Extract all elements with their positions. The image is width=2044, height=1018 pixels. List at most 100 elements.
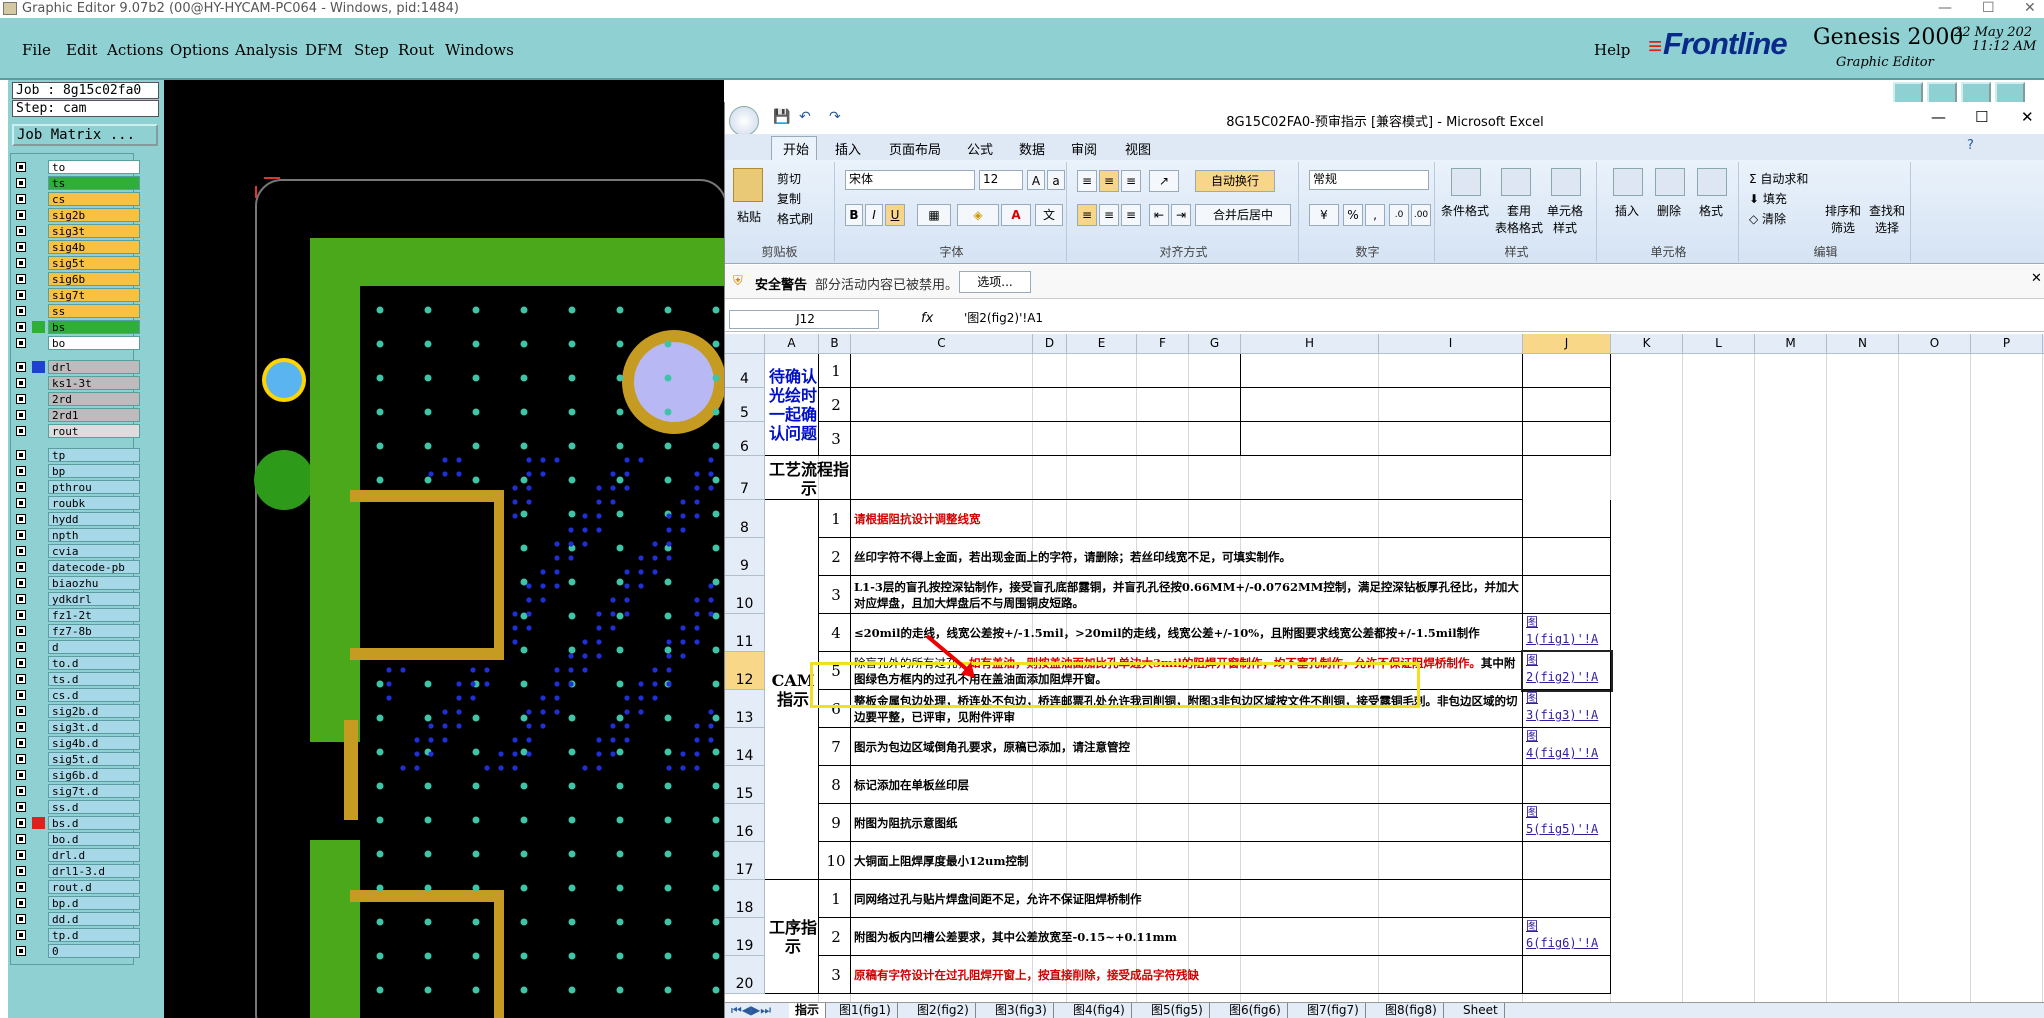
row-header[interactable]: 19: [725, 918, 765, 956]
grow-font-icon[interactable]: A: [1027, 170, 1045, 190]
comma-icon[interactable]: ,: [1365, 204, 1385, 226]
item-text[interactable]: 附图为阻抗示意图纸: [851, 804, 1523, 842]
orientation-icon[interactable]: ↗: [1149, 170, 1179, 192]
layer-name[interactable]: sig3t: [48, 224, 140, 238]
link-cell[interactable]: [1523, 422, 1611, 456]
layer-checkbox[interactable]: [16, 642, 26, 652]
menu-options[interactable]: Options: [170, 41, 229, 59]
layer-color-swatch[interactable]: [32, 465, 45, 477]
layer-color-swatch[interactable]: [32, 945, 45, 957]
layer-checkbox[interactable]: [16, 290, 26, 300]
layer-color-swatch[interactable]: [32, 481, 45, 493]
layer-row[interactable]: tp.d: [11, 928, 140, 942]
item-number[interactable]: 3: [819, 956, 851, 994]
tab-view[interactable]: 视图: [1125, 139, 1151, 158]
table-format-button[interactable]: 套用 表格格式: [1495, 202, 1543, 236]
layer-color-swatch[interactable]: [32, 785, 45, 797]
layer-color-swatch[interactable]: [32, 881, 45, 893]
table-format-icon[interactable]: [1501, 168, 1531, 196]
layer-color-swatch[interactable]: [32, 257, 45, 269]
link-cell[interactable]: 图 2(fig2)'!A: [1521, 650, 1613, 692]
layer-name[interactable]: rout: [48, 424, 140, 438]
sheet-tab[interactable]: 图7(fig7): [1301, 1003, 1366, 1018]
layer-row[interactable]: roubk: [11, 496, 140, 510]
security-options-button[interactable]: 选项...: [959, 271, 1031, 293]
layer-checkbox[interactable]: [16, 930, 26, 940]
layer-color-swatch[interactable]: [32, 817, 45, 829]
layer-checkbox[interactable]: [16, 898, 26, 908]
layer-checkbox[interactable]: [16, 194, 26, 204]
link-cell[interactable]: [1523, 538, 1611, 576]
row-header[interactable]: 16: [725, 804, 765, 842]
layer-checkbox[interactable]: [16, 610, 26, 620]
align-left-icon[interactable]: ≡: [1077, 204, 1097, 226]
link-cell[interactable]: 图 6(fig6)'!A: [1523, 918, 1611, 956]
layer-checkbox[interactable]: [16, 306, 26, 316]
layer-checkbox[interactable]: [16, 546, 26, 556]
cut-button[interactable]: 剪切: [777, 170, 801, 187]
column-header[interactable]: K: [1611, 334, 1683, 354]
link-cell[interactable]: 图 1(fig1)'!A: [1523, 614, 1611, 652]
layer-row[interactable]: biaozhu: [11, 576, 140, 590]
column-header[interactable]: G: [1189, 334, 1241, 354]
align-center-icon[interactable]: ≡: [1099, 204, 1119, 226]
layer-color-swatch[interactable]: [32, 425, 45, 437]
italic-icon[interactable]: I: [865, 204, 883, 226]
layer-checkbox[interactable]: [16, 914, 26, 924]
layer-name[interactable]: hydd: [48, 512, 140, 526]
excel-close-icon[interactable]: ✕: [2021, 108, 2034, 126]
row-header[interactable]: 9: [725, 538, 765, 576]
layer-checkbox[interactable]: [16, 690, 26, 700]
delete-cells-icon[interactable]: [1655, 168, 1685, 196]
layer-color-swatch[interactable]: [32, 705, 45, 717]
layer-checkbox[interactable]: [16, 738, 26, 748]
layer-color-swatch[interactable]: [32, 801, 45, 813]
layer-checkbox[interactable]: [16, 626, 26, 636]
flow-cell[interactable]: [851, 456, 1523, 500]
worksheet-grid[interactable]: ABCDEFGHIJKLMNOPQ 4567891011121314151617…: [725, 334, 2044, 1002]
indent-icon[interactable]: ⇥: [1171, 204, 1191, 226]
column-header[interactable]: E: [1067, 334, 1137, 354]
layer-name[interactable]: bs.d: [48, 816, 140, 830]
name-box[interactable]: J12: [729, 310, 879, 329]
underline-icon[interactable]: U: [885, 204, 905, 226]
layer-row[interactable]: ss.d: [11, 800, 140, 814]
layer-row[interactable]: sig3t.d: [11, 720, 140, 734]
layer-checkbox[interactable]: [16, 882, 26, 892]
row-header[interactable]: 6: [725, 422, 765, 456]
layer-color-swatch[interactable]: [32, 849, 45, 861]
align-right-icon[interactable]: ≡: [1121, 204, 1141, 226]
layer-name[interactable]: roubk: [48, 496, 140, 510]
select-all-corner[interactable]: [725, 334, 765, 354]
layer-checkbox[interactable]: [16, 258, 26, 268]
wrap-text-button[interactable]: 自动换行: [1195, 170, 1275, 192]
layer-color-swatch[interactable]: [32, 513, 45, 525]
item-number[interactable]: 3: [819, 422, 851, 456]
layer-name[interactable]: datecode-pb: [48, 560, 140, 574]
clear-button[interactable]: ◇ 清除: [1749, 210, 1786, 227]
row-header[interactable]: 7: [725, 456, 765, 500]
merge-center-button[interactable]: 合并后居中: [1195, 204, 1291, 226]
paste-icon[interactable]: [733, 168, 763, 202]
layer-name[interactable]: to: [48, 160, 140, 174]
align-top-icon[interactable]: ≡: [1077, 170, 1097, 192]
layer-color-swatch[interactable]: [32, 289, 45, 301]
layer-row[interactable]: sig2b: [11, 208, 140, 222]
column-header[interactable]: H: [1241, 334, 1379, 354]
item-text[interactable]: [1241, 388, 1523, 422]
layer-row[interactable]: hydd: [11, 512, 140, 526]
column-header[interactable]: C: [851, 334, 1033, 354]
layer-checkbox[interactable]: [16, 866, 26, 876]
layer-name[interactable]: bp.d: [48, 896, 140, 910]
layer-row[interactable]: datecode-pb: [11, 560, 140, 574]
layer-checkbox[interactable]: [16, 706, 26, 716]
link-cell[interactable]: [1523, 956, 1611, 994]
layer-color-swatch[interactable]: [32, 393, 45, 405]
layer-name[interactable]: sig6b.d: [48, 768, 140, 782]
layer-row[interactable]: bp.d: [11, 896, 140, 910]
item-text[interactable]: 同网络过孔与贴片焊盘间距不足，允许不保证阻焊桥制作: [851, 880, 1523, 918]
item-number[interactable]: 10: [819, 842, 851, 880]
layer-row[interactable]: fz1-2t: [11, 608, 140, 622]
layer-row[interactable]: pthrou: [11, 480, 140, 494]
section-label[interactable]: 工艺流程指示: [765, 456, 851, 500]
